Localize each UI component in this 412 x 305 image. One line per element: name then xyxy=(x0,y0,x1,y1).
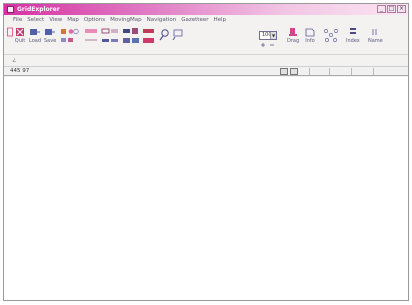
map-canvas[interactable] xyxy=(4,77,408,300)
grid-button[interactable] xyxy=(7,27,13,37)
network-button[interactable] xyxy=(322,27,340,43)
menu-navigation[interactable]: Navigation xyxy=(147,17,177,23)
save-icon xyxy=(45,29,56,35)
tool-button-1[interactable] xyxy=(59,27,79,47)
zoom-select[interactable]: 100 ▼ xyxy=(259,31,277,40)
select-tool-icon xyxy=(85,29,97,41)
coordinate-readout: 445 97 xyxy=(10,68,30,74)
zoom-out-button[interactable] xyxy=(172,27,184,43)
tool-button-4[interactable] xyxy=(122,27,140,47)
status-pane-1 xyxy=(309,68,329,75)
zoom-window-icon xyxy=(172,29,183,41)
measure-tool-icon xyxy=(143,29,154,43)
load-icon xyxy=(30,29,40,35)
save-button[interactable]: Save xyxy=(44,27,56,44)
chevron-down-icon[interactable]: ▼ xyxy=(270,32,276,39)
zoom-in-button[interactable] xyxy=(159,27,171,43)
ruler-icon: ∠ xyxy=(12,58,17,64)
menu-view[interactable]: View xyxy=(49,17,62,23)
map-tool-icon xyxy=(61,28,79,42)
status-bar: 445 97 xyxy=(4,66,408,76)
index-icon xyxy=(349,28,356,34)
title-bar[interactable]: GridExplorer _ □ × xyxy=(4,4,408,15)
menu-movingmap[interactable]: MovingMap xyxy=(110,17,141,23)
menu-help[interactable]: Help xyxy=(214,17,227,23)
window-title: GridExplorer xyxy=(17,6,60,13)
maximize-button[interactable]: □ xyxy=(387,5,396,13)
tool-button-3[interactable] xyxy=(101,27,119,47)
menu-bar: File Select View Map Options MovingMap N… xyxy=(4,15,408,25)
network-icon xyxy=(324,29,338,42)
plus-minus-icon xyxy=(261,43,274,47)
info-button[interactable]: Info xyxy=(304,27,316,44)
name-button[interactable]: Name xyxy=(368,27,383,44)
index-button[interactable]: Index xyxy=(346,27,360,44)
name-icon xyxy=(372,29,377,35)
load-button[interactable]: Load xyxy=(29,27,41,44)
status-toggle-1[interactable] xyxy=(280,68,288,75)
app-window: GridExplorer _ □ × File Select View Map … xyxy=(3,3,409,301)
grid-icon xyxy=(7,27,13,37)
app-icon[interactable] xyxy=(7,6,14,13)
tool-button-2[interactable] xyxy=(84,27,98,47)
info-icon xyxy=(305,28,315,37)
toolbar: Quit Load Save 100 ▼ Drag Info Index Nam… xyxy=(4,25,408,55)
layer-tool-icon xyxy=(123,28,139,43)
magnifier-icon xyxy=(159,29,169,41)
minimize-button[interactable]: _ xyxy=(377,5,386,13)
status-pane-4 xyxy=(373,68,393,75)
tool-button-5[interactable] xyxy=(142,27,156,47)
window-controls: _ □ × xyxy=(377,5,406,13)
hand-icon xyxy=(289,28,298,36)
zoom-step-buttons[interactable] xyxy=(259,42,277,48)
status-toggle-2[interactable] xyxy=(290,68,298,75)
close-button[interactable]: × xyxy=(397,5,406,13)
quit-icon xyxy=(16,28,24,36)
menu-gazetteer[interactable]: Gazetteer xyxy=(181,17,208,23)
menu-file[interactable]: File xyxy=(13,17,22,23)
quit-button[interactable]: Quit xyxy=(14,27,26,44)
menu-map[interactable]: Map xyxy=(67,17,79,23)
menu-select[interactable]: Select xyxy=(27,17,44,23)
menu-options[interactable]: Options xyxy=(84,17,105,23)
status-pane-3 xyxy=(351,68,373,75)
status-pane-2 xyxy=(329,68,351,75)
drag-button[interactable]: Drag xyxy=(287,27,299,44)
area-tool-icon xyxy=(101,28,118,42)
